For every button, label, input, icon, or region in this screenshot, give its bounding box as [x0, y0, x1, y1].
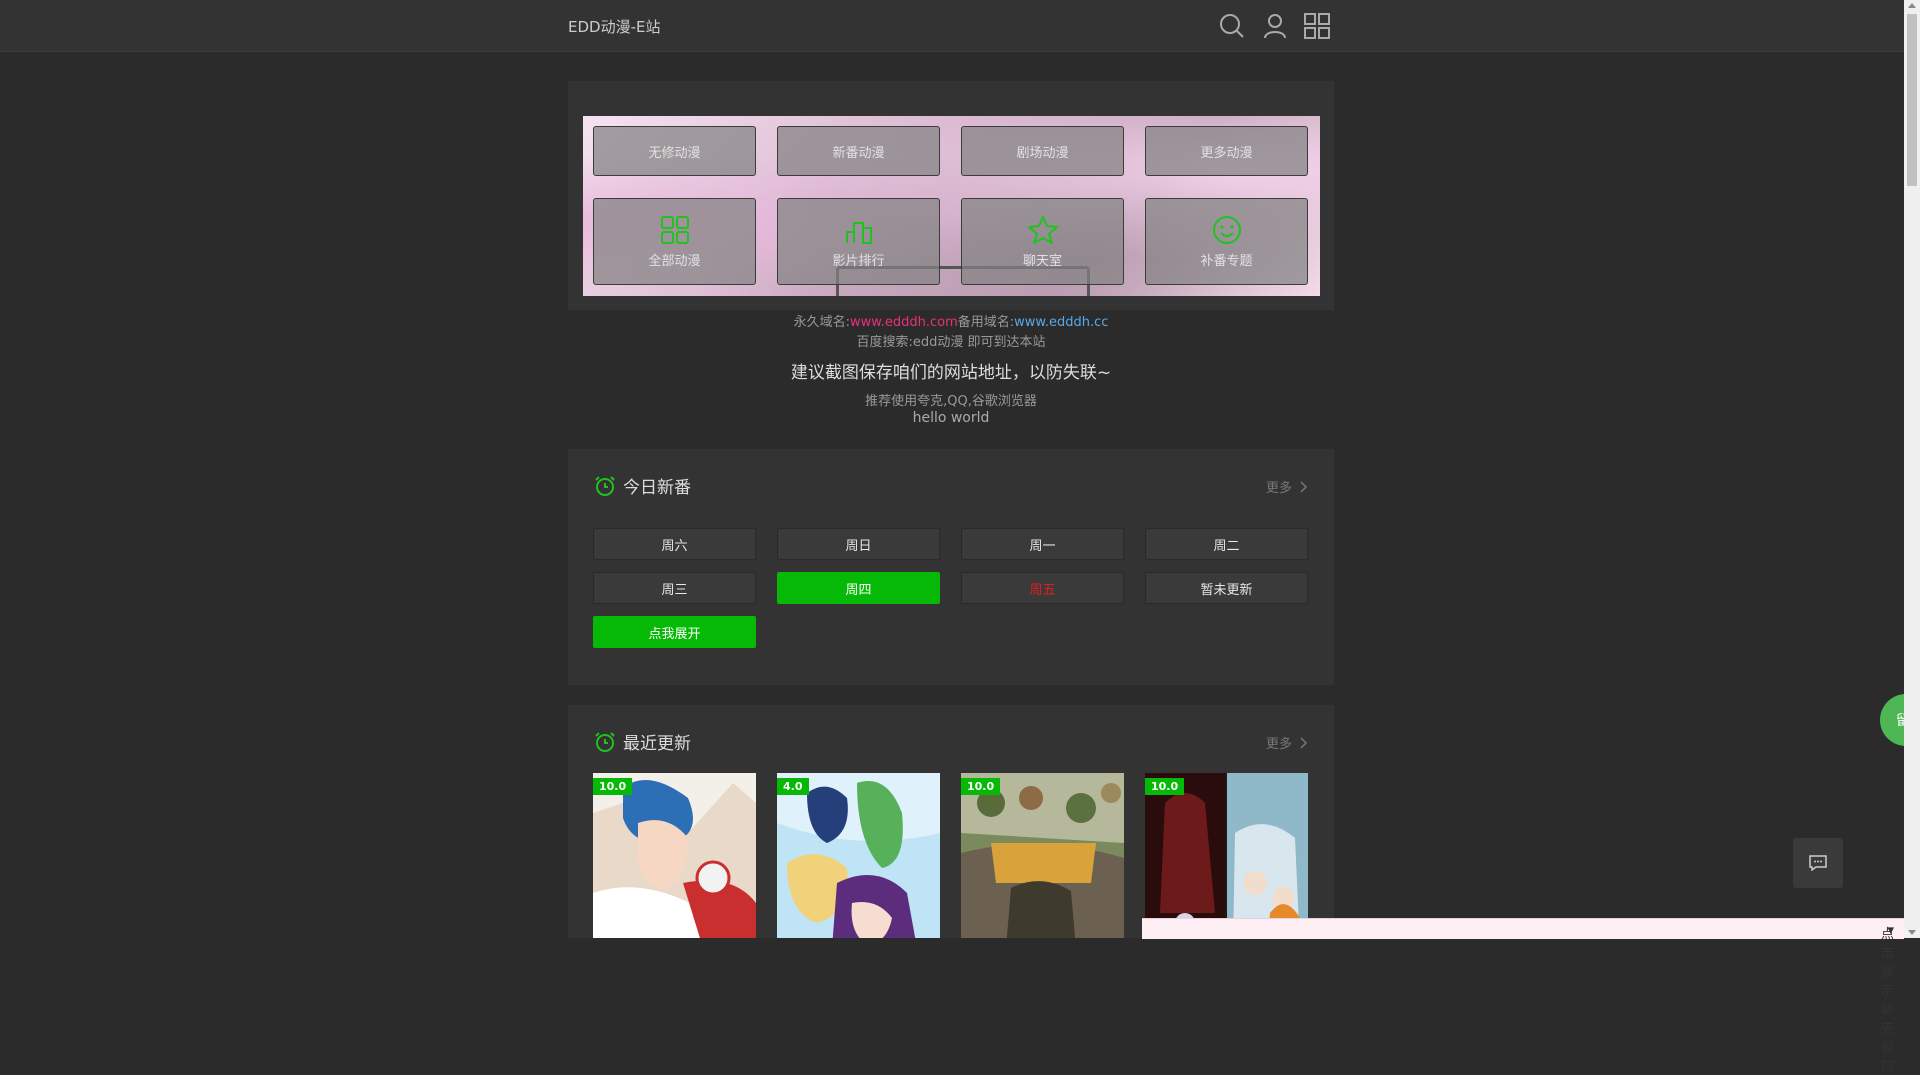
- day-tab-saturday[interactable]: 周六: [593, 528, 756, 560]
- nav-label: 影片排行: [832, 254, 885, 269]
- section-header: 今日新番: [593, 473, 691, 498]
- anime-card[interactable]: 10.0: [1145, 773, 1308, 938]
- nav-ranking[interactable]: 影片排行: [777, 198, 940, 285]
- page-scrollbar[interactable]: [1904, 0, 1920, 938]
- smile-icon: [1212, 216, 1241, 244]
- chat-open-button[interactable]: [1793, 838, 1843, 888]
- more-label: 更多: [1265, 481, 1292, 496]
- anime-card[interactable]: 10.0: [961, 773, 1124, 938]
- nav-label: 新番动漫: [832, 145, 885, 161]
- alarm-clock-icon: [595, 475, 615, 496]
- chat-bubble-icon: [1809, 855, 1827, 871]
- alarm-clock-icon: [595, 731, 615, 752]
- scroll-thumb[interactable]: [1907, 14, 1917, 186]
- section-title: 最近更新: [623, 734, 691, 754]
- recent-updates-panel: 最近更新 更多 10.0 4.0 10.0 10.0: [568, 705, 1334, 938]
- star-icon: [1027, 216, 1058, 244]
- more-link[interactable]: 更多: [1266, 733, 1309, 752]
- nav-label: 全部动漫: [648, 254, 701, 269]
- nav-label: 补番专题: [1200, 254, 1253, 269]
- anime-poster-image: [777, 773, 940, 938]
- domain-info: 永久域名:www.edddh.com备用域名:www.edddh.cc: [568, 311, 1334, 330]
- primary-domain-link[interactable]: www.edddh.com: [850, 315, 958, 330]
- nav-chatroom[interactable]: 聊天室: [961, 198, 1124, 285]
- chevron-right-icon: [1300, 736, 1308, 749]
- search-icon[interactable]: [1218, 12, 1246, 40]
- day-tab-thursday[interactable]: 周四: [777, 572, 940, 604]
- chevron-down-icon: ▾: [1887, 923, 1894, 938]
- section-header: 最近更新: [593, 729, 691, 754]
- day-tab-wednesday[interactable]: 周三: [593, 572, 756, 604]
- more-label: 更多: [1265, 737, 1292, 752]
- user-icon[interactable]: [1261, 12, 1289, 40]
- grid-menu-icon[interactable]: [1303, 12, 1331, 40]
- day-tab-sunday[interactable]: 周日: [777, 528, 940, 560]
- day-tab-friday[interactable]: 周五: [961, 572, 1124, 604]
- score-badge: 10.0: [1145, 778, 1185, 795]
- day-tab-tuesday[interactable]: 周二: [1145, 528, 1308, 560]
- nav-uncensored-anime[interactable]: 无修动漫: [593, 126, 756, 176]
- nav-label: 无修动漫: [648, 145, 701, 161]
- ranking-icon: [845, 222, 872, 244]
- today-new-panel: 今日新番 更多 周六 周日 周一 周二 周三 周四 周五 暂未更新 点我展开: [568, 449, 1334, 685]
- nav-theater-anime[interactable]: 剧场动漫: [961, 126, 1124, 176]
- day-tab-monday[interactable]: 周一: [961, 528, 1124, 560]
- scroll-up-arrow-icon[interactable]: [1908, 3, 1916, 8]
- score-badge: 4.0: [777, 778, 809, 795]
- nav-catchup-topics[interactable]: 补番专题: [1145, 198, 1308, 285]
- more-link[interactable]: 更多: [1266, 477, 1309, 496]
- score-badge: 10.0: [593, 778, 633, 795]
- section-title: 今日新番: [623, 478, 691, 498]
- chevron-right-icon: [1300, 480, 1308, 493]
- nav-label: 聊天室: [1022, 254, 1062, 269]
- score-badge: 10.0: [961, 778, 1001, 795]
- domain-prefix: 永久域名:: [793, 315, 850, 330]
- nav-banner: 无修动漫 新番动漫 剧场动漫 更多动漫 全部动漫 影片排行 聊天室 补番专题: [583, 116, 1320, 296]
- save-address-warning: 建议截图保存咱们的网站地址，以防失联~: [790, 363, 1112, 383]
- anime-poster-image: [961, 773, 1124, 938]
- search-hint: 百度搜索:edd动漫 即可到达本站: [856, 335, 1046, 350]
- nav-new-anime[interactable]: 新番动漫: [777, 126, 940, 176]
- chat-window-toggle[interactable]: 点击显示聊天窗口 ▾: [1142, 918, 1904, 1075]
- backup-domain-prefix: 备用域名:: [957, 315, 1015, 330]
- top-navigation-bar: EDD动漫-E站: [0, 0, 1904, 52]
- expand-button[interactable]: 点我展开: [593, 616, 756, 648]
- nav-label: 剧场动漫: [1016, 145, 1069, 161]
- anime-card[interactable]: 4.0: [777, 773, 940, 938]
- scroll-down-arrow-icon[interactable]: [1908, 930, 1916, 935]
- quick-nav-panel: 无修动漫 新番动漫 剧场动漫 更多动漫 全部动漫 影片排行 聊天室 补番专题: [568, 81, 1334, 310]
- nav-all-anime[interactable]: 全部动漫: [593, 198, 756, 285]
- backup-domain-link[interactable]: www.edddh.cc: [1014, 315, 1108, 330]
- anime-card[interactable]: 10.0: [593, 773, 756, 938]
- site-brand[interactable]: EDD动漫-E站: [568, 16, 660, 37]
- grid-icon: [660, 216, 689, 244]
- hello-text: hello world: [912, 410, 990, 426]
- day-tab-not-updated[interactable]: 暂未更新: [1145, 572, 1308, 604]
- browser-recommendation: 推荐使用夸克,QQ,谷歌浏览器: [865, 394, 1037, 409]
- nav-more-anime[interactable]: 更多动漫: [1145, 126, 1308, 176]
- anime-poster-image: [593, 773, 756, 938]
- nav-label: 更多动漫: [1200, 145, 1253, 161]
- anime-poster-image: [1145, 773, 1308, 938]
